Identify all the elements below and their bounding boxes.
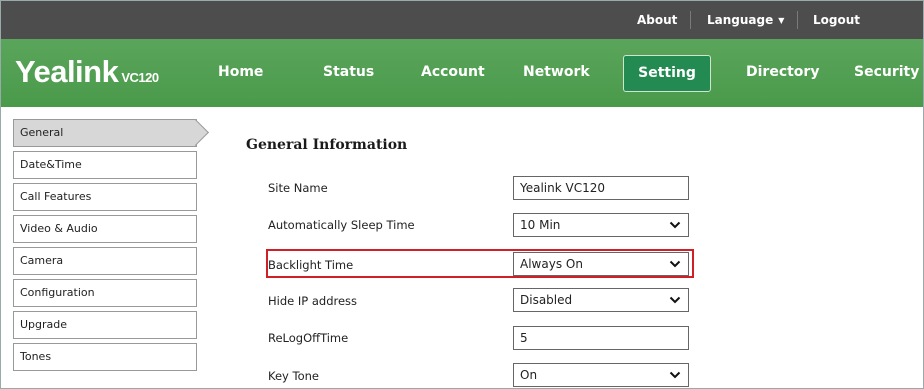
logo-brand: Yealink bbox=[15, 54, 119, 89]
key-tone-select[interactable]: On bbox=[513, 363, 689, 387]
settings-sidebar: General Date&Time Call Features Video & … bbox=[13, 119, 197, 375]
top-separator bbox=[797, 11, 798, 29]
caret-down-icon: ▼ bbox=[778, 16, 785, 25]
sleep-time-label: Automatically Sleep Time bbox=[268, 218, 415, 232]
section-title: General Information bbox=[246, 137, 408, 153]
sidebar-item-label: Upgrade bbox=[20, 318, 68, 331]
nav-status[interactable]: Status bbox=[323, 64, 374, 80]
key-tone-label: Key Tone bbox=[268, 369, 319, 383]
chevron-down-icon bbox=[669, 296, 681, 304]
backlight-time-label: Backlight Time bbox=[268, 258, 354, 272]
language-menu[interactable]: Language ▼ bbox=[707, 13, 784, 27]
relogoff-time-label: ReLogOffTime bbox=[268, 331, 349, 345]
sidebar-item-configuration[interactable]: Configuration bbox=[13, 279, 197, 307]
backlight-time-select[interactable]: Always On bbox=[513, 252, 689, 276]
chevron-down-icon bbox=[669, 260, 681, 268]
sidebar-item-label: Camera bbox=[20, 254, 64, 267]
chevron-down-icon bbox=[669, 371, 681, 379]
language-label: Language bbox=[707, 13, 774, 27]
nav-security[interactable]: Security bbox=[854, 64, 919, 80]
logout-link[interactable]: Logout bbox=[813, 13, 860, 27]
sidebar-item-date-time[interactable]: Date&Time bbox=[13, 151, 197, 179]
general-settings-panel: General Information Site Name Yealink VC… bbox=[201, 107, 923, 388]
sleep-time-select[interactable]: 10 Min bbox=[513, 213, 689, 237]
backlight-time-value: Always On bbox=[520, 257, 583, 271]
sidebar-item-upgrade[interactable]: Upgrade bbox=[13, 311, 197, 339]
hide-ip-select[interactable]: Disabled bbox=[513, 288, 689, 312]
about-link[interactable]: About bbox=[637, 13, 677, 27]
key-tone-value: On bbox=[520, 368, 538, 382]
nav-account[interactable]: Account bbox=[421, 64, 485, 80]
nav-home[interactable]: Home bbox=[218, 64, 263, 80]
sidebar-item-label: Date&Time bbox=[20, 158, 82, 171]
sleep-time-value: 10 Min bbox=[520, 218, 561, 232]
relogoff-time-value: 5 bbox=[520, 331, 528, 345]
sidebar-item-camera[interactable]: Camera bbox=[13, 247, 197, 275]
chevron-down-icon bbox=[669, 221, 681, 229]
yealink-logo: Yealink VC120 bbox=[15, 54, 159, 90]
site-name-value: Yealink VC120 bbox=[520, 181, 606, 195]
nav-directory[interactable]: Directory bbox=[746, 64, 819, 80]
sidebar-item-label: Configuration bbox=[20, 286, 95, 299]
top-separator bbox=[690, 11, 691, 29]
site-name-input[interactable]: Yealink VC120 bbox=[513, 176, 689, 200]
sidebar-item-label: General bbox=[20, 126, 64, 139]
relogoff-time-input[interactable]: 5 bbox=[513, 326, 689, 350]
sidebar-item-label: Tones bbox=[20, 350, 52, 363]
logo-model: VC120 bbox=[121, 70, 159, 85]
web-admin-page: About Language ▼ Logout Yealink VC120 Home… bbox=[0, 0, 924, 389]
sidebar-item-video-audio[interactable]: Video & Audio bbox=[13, 215, 197, 243]
main-nav: Yealink VC120 Home Status Account Network… bbox=[1, 39, 923, 107]
sidebar-item-call-features[interactable]: Call Features bbox=[13, 183, 197, 211]
nav-setting[interactable]: Setting bbox=[623, 55, 711, 92]
sidebar-item-tones[interactable]: Tones bbox=[13, 343, 197, 371]
sidebar-item-label: Video & Audio bbox=[20, 222, 98, 235]
site-name-label: Site Name bbox=[268, 181, 328, 195]
sidebar-item-label: Call Features bbox=[20, 190, 92, 203]
sidebar-item-general[interactable]: General bbox=[13, 119, 197, 147]
hide-ip-label: Hide IP address bbox=[268, 294, 358, 308]
top-utility-bar: About Language ▼ Logout bbox=[1, 1, 923, 39]
hide-ip-value: Disabled bbox=[520, 293, 573, 307]
nav-network[interactable]: Network bbox=[523, 64, 590, 80]
